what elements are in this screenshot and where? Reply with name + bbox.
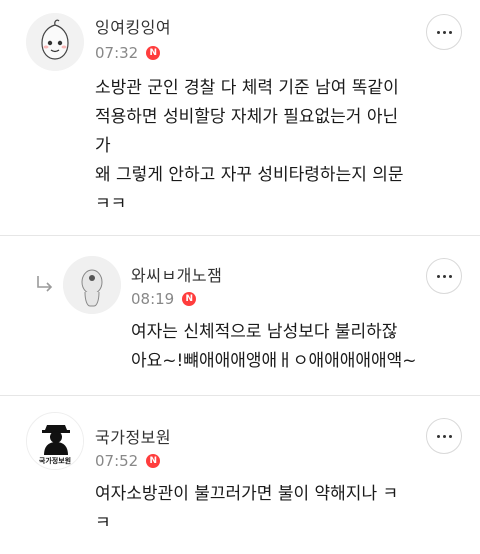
username[interactable]: 와씨ㅂ개노잼 — [131, 262, 222, 286]
new-badge: N — [146, 454, 161, 468]
username[interactable]: 국가정보원 — [95, 424, 171, 448]
more-dots-icon — [436, 434, 452, 438]
new-badge: N — [182, 292, 197, 306]
cartoon-character-avatar-icon — [63, 256, 121, 314]
comment-text: 여자는 신체적으로 남성보다 불리하잖 아요~!뺴애애애앵애ㅐㅇ애애애애애액~ — [131, 322, 417, 371]
timestamp: 07:52 — [95, 452, 139, 470]
comment-meta: 08:19 N — [131, 290, 197, 308]
more-options-button[interactable] — [426, 14, 462, 50]
more-dots-icon — [436, 30, 452, 34]
comment-text: 여자소방관이 불끄러가면 불이 약해지나 ㅋ ㅋ — [95, 484, 399, 533]
timestamp: 07:32 — [95, 44, 139, 62]
comment-item: 잉여킹잉여 07:32 N 소방관 군인 경찰 다 체력 기준 남여 똑같이 적… — [0, 0, 480, 233]
more-dots-icon — [436, 274, 452, 278]
avatar-label: 국가정보원 — [38, 457, 72, 465]
comment-meta: 07:52 N — [95, 452, 161, 470]
more-options-button[interactable] — [426, 418, 462, 454]
comment-meta: 07:32 N — [95, 44, 161, 62]
user-avatar[interactable] — [26, 13, 84, 71]
new-badge: N — [146, 46, 161, 60]
username[interactable]: 잉여킹잉여 — [95, 14, 171, 38]
reply-arrow-icon — [37, 276, 53, 292]
reply-comment-item: 와씨ㅂ개노잼 08:19 N 여자는 신체적으로 남성보다 불리하잖 아요~!뺴… — [0, 236, 480, 394]
comment-item: 국가정보원 국가정보원 07:52 N 여자소방관이 불끄러가면 불이 약해지나… — [0, 396, 480, 554]
peach-character-avatar-icon — [26, 13, 84, 71]
user-avatar[interactable] — [63, 256, 121, 314]
comment-text: 소방관 군인 경찰 다 체력 기준 남여 똑같이 적용하면 성비할당 자체가 필… — [95, 78, 404, 214]
timestamp: 08:19 — [131, 290, 175, 308]
more-options-button[interactable] — [426, 258, 462, 294]
